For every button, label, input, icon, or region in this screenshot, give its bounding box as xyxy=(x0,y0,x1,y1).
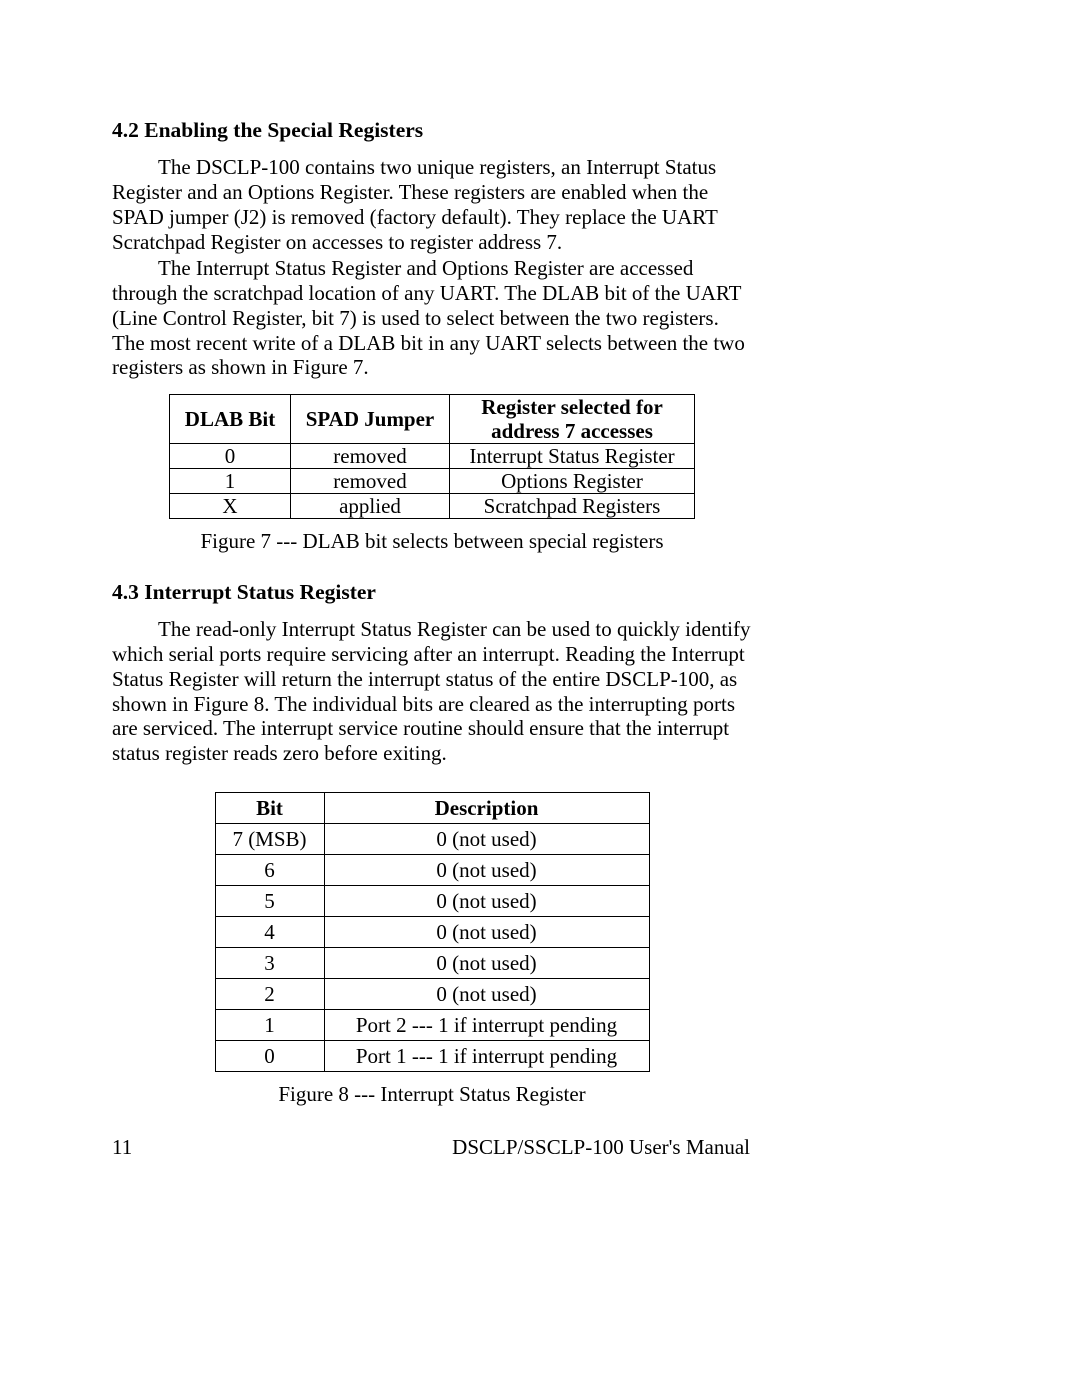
th-dlab-bit: DLAB Bit xyxy=(170,395,291,444)
table-row: X applied Scratchpad Registers xyxy=(170,494,695,519)
cell: removed xyxy=(291,444,450,469)
cell: 0 xyxy=(170,444,291,469)
para-4-2-2: The Interrupt Status Register and Option… xyxy=(112,256,752,380)
table-row: Bit Description xyxy=(215,792,649,823)
page-number: 11 xyxy=(112,1135,132,1160)
table-row: 0 removed Interrupt Status Register xyxy=(170,444,695,469)
para-4-3-1: The read-only Interrupt Status Register … xyxy=(112,617,752,766)
th-line1: Register selected for xyxy=(481,395,663,419)
cell: Port 2 --- 1 if interrupt pending xyxy=(324,1009,649,1040)
cell: 6 xyxy=(215,854,324,885)
table-row: 2 0 (not used) xyxy=(215,978,649,1009)
table-row: 5 0 (not used) xyxy=(215,885,649,916)
th-description: Description xyxy=(324,792,649,823)
cell: 4 xyxy=(215,916,324,947)
cell: Port 1 --- 1 if interrupt pending xyxy=(324,1040,649,1071)
heading-4-3: 4.3 Interrupt Status Register xyxy=(112,580,752,605)
table-row: 7 (MSB) 0 (not used) xyxy=(215,823,649,854)
table-row: 1 Port 2 --- 1 if interrupt pending xyxy=(215,1009,649,1040)
table-row: 1 removed Options Register xyxy=(170,469,695,494)
th-spad-jumper: SPAD Jumper xyxy=(291,395,450,444)
cell: 1 xyxy=(170,469,291,494)
cell: 0 (not used) xyxy=(324,885,649,916)
cell: removed xyxy=(291,469,450,494)
cell: 0 (not used) xyxy=(324,916,649,947)
table-dlab: DLAB Bit SPAD Jumper Register selected f… xyxy=(169,394,695,519)
cell: X xyxy=(170,494,291,519)
cell: 0 (not used) xyxy=(324,823,649,854)
th-bit: Bit xyxy=(215,792,324,823)
cell: 0 (not used) xyxy=(324,947,649,978)
cell: applied xyxy=(291,494,450,519)
cell: Interrupt Status Register xyxy=(450,444,695,469)
cell: 0 (not used) xyxy=(324,978,649,1009)
caption-figure-8: Figure 8 --- Interrupt Status Register xyxy=(112,1082,752,1107)
table-row: 6 0 (not used) xyxy=(215,854,649,885)
th-register-selected: Register selected for address 7 accesses xyxy=(450,395,695,444)
table-row: 0 Port 1 --- 1 if interrupt pending xyxy=(215,1040,649,1071)
cell: Options Register xyxy=(450,469,695,494)
cell: 0 xyxy=(215,1040,324,1071)
cell: 2 xyxy=(215,978,324,1009)
table-row: DLAB Bit SPAD Jumper Register selected f… xyxy=(170,395,695,444)
cell: 0 (not used) xyxy=(324,854,649,885)
table-isr: Bit Description 7 (MSB) 0 (not used) 6 0… xyxy=(215,792,650,1072)
table-row: 4 0 (not used) xyxy=(215,916,649,947)
manual-title: DSCLP/SSCLP-100 User's Manual xyxy=(452,1135,750,1160)
page: 4.2 Enabling the Special Registers The D… xyxy=(0,0,1080,1397)
cell: Scratchpad Registers xyxy=(450,494,695,519)
content-area: 4.2 Enabling the Special Registers The D… xyxy=(112,118,752,1107)
cell: 5 xyxy=(215,885,324,916)
heading-4-2: 4.2 Enabling the Special Registers xyxy=(112,118,752,143)
th-line2: address 7 accesses xyxy=(491,419,653,443)
caption-figure-7: Figure 7 --- DLAB bit selects between sp… xyxy=(112,529,752,554)
cell: 3 xyxy=(215,947,324,978)
cell: 7 (MSB) xyxy=(215,823,324,854)
para-4-2-1: The DSCLP-100 contains two unique regist… xyxy=(112,155,752,254)
cell: 1 xyxy=(215,1009,324,1040)
table-row: 3 0 (not used) xyxy=(215,947,649,978)
